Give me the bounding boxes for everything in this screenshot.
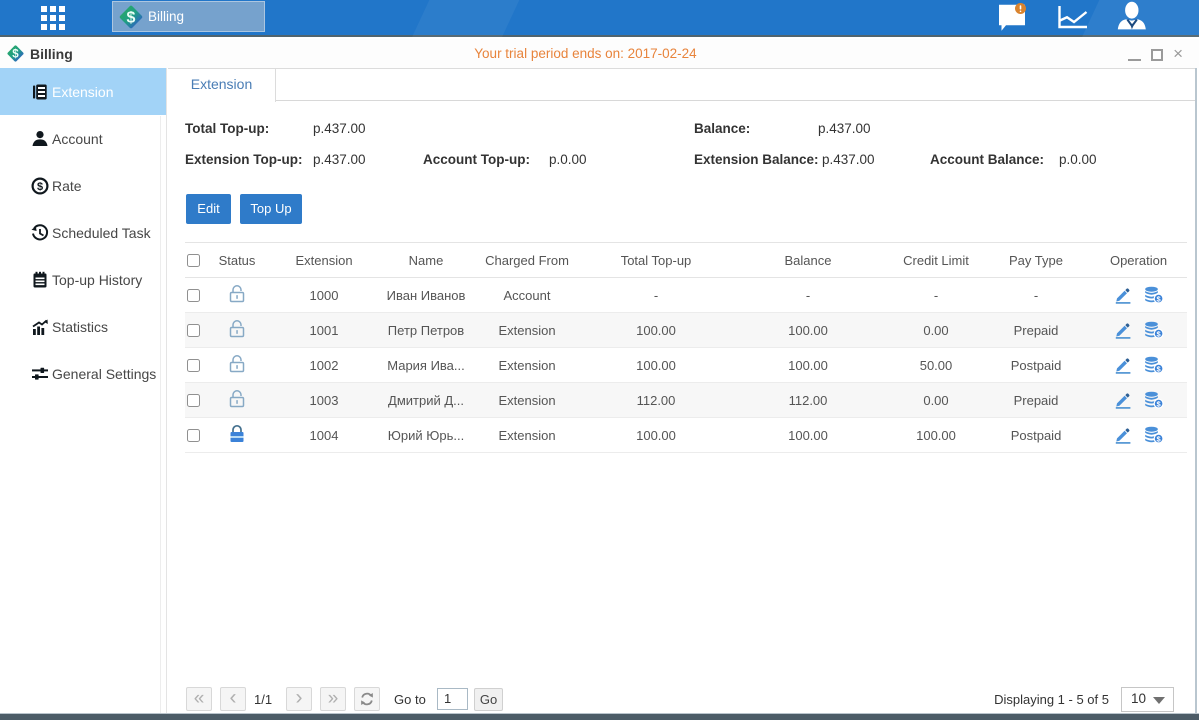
svg-text:$: $ bbox=[37, 181, 43, 193]
svg-text:$: $ bbox=[127, 9, 136, 26]
